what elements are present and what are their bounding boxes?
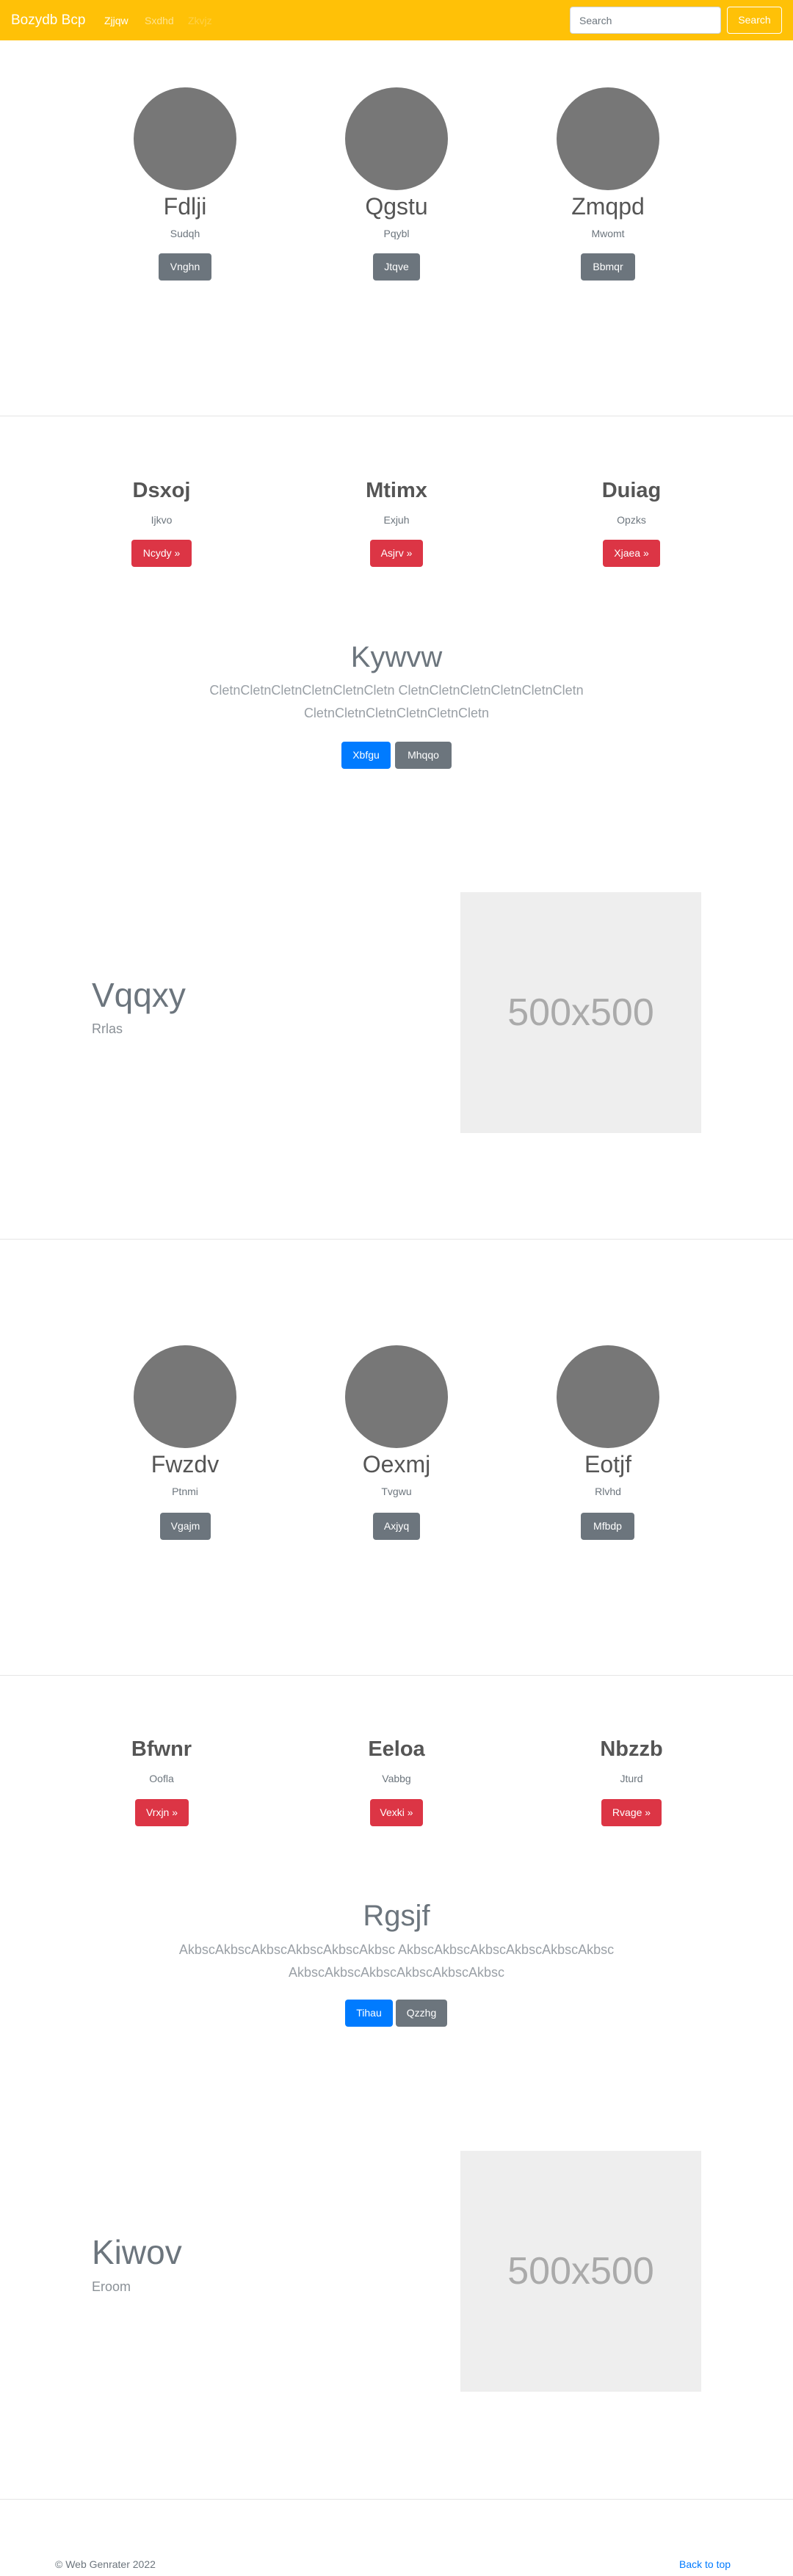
nav-link-3[interactable]: Zkvjz [188, 14, 212, 27]
member-role: Pqybl [383, 228, 410, 239]
navbar: Bozydb Bcp Zjjqw Sxdhd Zkvjz Search [0, 0, 793, 40]
feature-button[interactable]: Vrxjn » [135, 1799, 189, 1826]
member-name: Oexmj [362, 1451, 431, 1477]
search-button[interactable]: Search [727, 7, 782, 34]
feature-button[interactable]: Xjaea » [603, 540, 660, 567]
jumbotron-lead-line2: AkbscAkbscAkbscAkbscAkbscAkbsc [288, 1965, 505, 1980]
member-name: Fwzdv [151, 1451, 220, 1477]
search-input[interactable] [570, 7, 721, 34]
jumbotron-secondary-button[interactable]: Mhqqo [395, 742, 452, 769]
feature-subtext: Opzks [617, 514, 646, 526]
avatar-placeholder [134, 1345, 236, 1448]
jumbotron-primary-button[interactable]: Xbfgu [341, 742, 391, 769]
feature-button[interactable]: Rvage » [601, 1799, 662, 1826]
jumbotron-primary-button[interactable]: Tihau [345, 2000, 393, 2027]
feature-heading: Eeloa [368, 1737, 425, 1761]
feature-subtext: Oofla [149, 1773, 174, 1784]
member-button[interactable]: Bbmqr [581, 253, 635, 281]
member-button[interactable]: Jtqve [373, 253, 420, 281]
image-placeholder: 500x500 [460, 892, 701, 1133]
hero-subtitle: Rrlas [92, 1021, 123, 1036]
avatar-placeholder [345, 1345, 448, 1448]
feature-button[interactable]: Ncydy » [131, 540, 192, 567]
avatar-placeholder [345, 87, 448, 190]
feature-heading: Bfwnr [131, 1737, 192, 1761]
jumbotron-lead-line1: AkbscAkbscAkbscAkbscAkbscAkbsc AkbscAkbs… [178, 1942, 615, 1957]
jumbotron-title: Kywvw [350, 641, 443, 673]
avatar-placeholder [557, 1345, 659, 1448]
nav-link-2[interactable]: Sxdhd [145, 14, 174, 27]
feature-subtext: Ijkvo [151, 514, 173, 526]
member-button[interactable]: Axjyq [373, 1513, 420, 1540]
avatar-placeholder [557, 87, 659, 190]
member-role: Mwomt [591, 228, 625, 239]
member-role: Tvgwu [381, 1486, 412, 1497]
feature-button[interactable]: Asjrv » [370, 540, 423, 567]
member-role: Sudqh [170, 228, 200, 239]
section-divider [0, 1239, 793, 1240]
image-placeholder: 500x500 [460, 2151, 701, 2392]
jumbotron-title: Rgsjf [363, 1900, 430, 1932]
footer-copyright: © Web Genrater 2022 [55, 2558, 156, 2570]
jumbotron-lead-line2: CletnCletnCletnCletnCletnCletn [303, 706, 490, 720]
feature-heading: Mtimx [366, 479, 427, 502]
member-role: Ptnmi [172, 1486, 198, 1497]
navbar-brand[interactable]: Bozydb Bcp [11, 12, 85, 29]
jumbotron-secondary-button[interactable]: Qzzhg [396, 2000, 447, 2027]
feature-heading: Duiag [601, 479, 662, 502]
feature-heading: Nbzzb [600, 1737, 663, 1761]
section-divider [0, 1675, 793, 1676]
feature-heading: Dsxoj [132, 479, 191, 502]
member-name: Zmqpd [571, 193, 645, 220]
member-button[interactable]: Mfbdp [581, 1513, 634, 1540]
hero-title: Vqqxy [92, 976, 186, 1014]
member-name: Eotjf [584, 1451, 632, 1477]
hero-subtitle: Eroom [92, 2279, 131, 2294]
hero-title: Kiwov [92, 2233, 182, 2271]
member-name: Fdlji [163, 193, 207, 220]
member-name: Qgstu [365, 193, 428, 220]
jumbotron-lead-line1: CletnCletnCletnCletnCletnCletn CletnClet… [209, 683, 584, 698]
avatar-placeholder [134, 87, 236, 190]
feature-subtext: Exjuh [383, 514, 410, 526]
feature-subtext: Vabbg [382, 1773, 411, 1784]
nav-link-1[interactable]: Zjjqw [104, 14, 128, 27]
member-button[interactable]: Vnghn [159, 253, 211, 281]
member-button[interactable]: Vgajm [160, 1513, 211, 1540]
feature-subtext: Jturd [620, 1773, 643, 1784]
back-to-top-link[interactable]: Back to top [679, 2558, 731, 2571]
member-role: Rlvhd [595, 1486, 621, 1497]
feature-button[interactable]: Vexki » [370, 1799, 423, 1826]
section-divider [0, 2499, 793, 2500]
